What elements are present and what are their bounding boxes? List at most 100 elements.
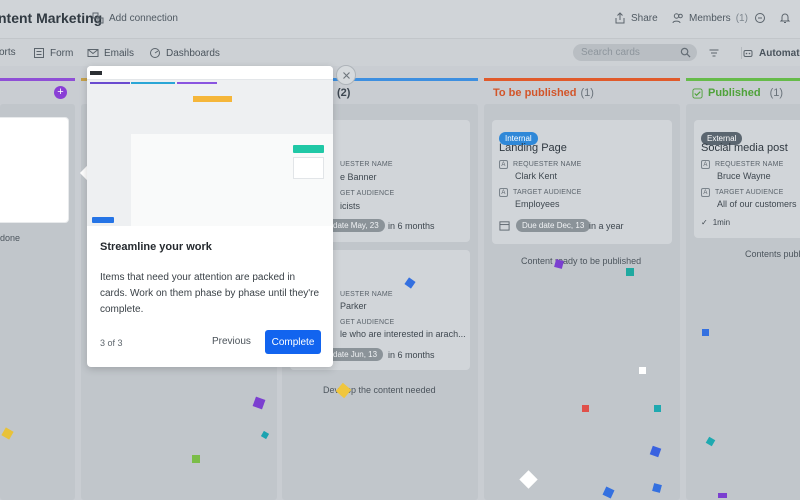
- phase-title-to-be-published[interactable]: To be published (1): [493, 87, 594, 99]
- field-value: icists: [340, 201, 360, 211]
- automate-label: Automate: [759, 47, 800, 59]
- tab-reports-label: orts: [0, 47, 16, 58]
- search-input[interactable]: Search cards: [573, 44, 697, 61]
- close-tour-button[interactable]: [336, 65, 356, 85]
- add-connection-label: Add connection: [109, 12, 178, 24]
- card-title: Landing Page: [499, 142, 567, 154]
- share-icon: [615, 12, 625, 24]
- tab-dashboards-label: Dashboards: [166, 47, 220, 59]
- tooltip-body: Items that need your attention are packe…: [100, 272, 320, 315]
- field-label: UESTER NAME: [340, 291, 393, 298]
- tooltip-title: Streamline your work: [100, 241, 212, 253]
- plus-icon: +: [57, 86, 64, 98]
- text-field-icon: A: [701, 188, 710, 197]
- chat-icon: [755, 13, 765, 23]
- field-value: Bruce Wayne: [717, 171, 771, 181]
- calendar-icon: [499, 221, 510, 231]
- field-label: GET AUDIENCE: [340, 190, 395, 197]
- phase-count: (1): [580, 87, 594, 99]
- search-placeholder: Search cards: [581, 47, 640, 58]
- field-label-text: REQUESTER NAME: [513, 161, 582, 168]
- relative-date: in 6 months: [388, 221, 435, 231]
- field-value: Clark Kent: [515, 171, 558, 181]
- previous-button[interactable]: Previous: [212, 336, 251, 347]
- complete-button[interactable]: Complete: [265, 330, 321, 354]
- step-counter: 3 of 3: [100, 338, 123, 348]
- field-label: UESTER NAME: [340, 161, 393, 168]
- field-label-audience: A TARGET AUDIENCE: [701, 188, 783, 197]
- phase-name: To be published: [493, 87, 577, 99]
- check-icon: ✓: [701, 218, 708, 227]
- form-icon: [34, 48, 44, 58]
- tab-emails[interactable]: Emails: [87, 47, 134, 59]
- share-label: Share: [631, 12, 658, 24]
- confetti: [654, 405, 661, 412]
- confetti: [192, 455, 200, 463]
- members-icon: [672, 13, 683, 24]
- chat-button[interactable]: [754, 12, 766, 24]
- dashboard-icon: [150, 48, 160, 58]
- email-icon: [87, 49, 99, 57]
- highlighted-card[interactable]: [0, 117, 69, 223]
- due-date-badge: date May, 23: [327, 219, 385, 232]
- card-title: Social media post: [701, 142, 788, 154]
- time-value: 1min: [712, 218, 731, 227]
- text-field-icon: A: [499, 188, 508, 197]
- phase-footer: done: [0, 233, 21, 243]
- confetti: [718, 493, 727, 498]
- members-count: (1): [735, 12, 748, 24]
- confetti: [582, 405, 589, 412]
- field-label-text: REQUESTER NAME: [715, 161, 784, 168]
- field-value: le who are interested in arach...: [340, 329, 466, 339]
- members-label: Members: [689, 12, 731, 24]
- bell-icon: [779, 13, 791, 23]
- field-label: GET AUDIENCE: [340, 319, 395, 326]
- field-label-requester: A REQUESTER NAME: [701, 160, 784, 169]
- automate-button[interactable]: Automate: [741, 47, 800, 59]
- check-box-icon: [692, 87, 703, 99]
- card-landing-page[interactable]: Internal Landing Page A REQUESTER NAME Cl…: [492, 120, 672, 244]
- due-date-badge: Due date Dec, 13: [516, 219, 591, 232]
- share-button[interactable]: Share: [614, 12, 658, 24]
- text-field-icon: A: [499, 160, 508, 169]
- pipe-title: ntent Marketing: [0, 10, 103, 26]
- members-button[interactable]: Members (1): [672, 12, 748, 24]
- field-label-text: TARGET AUDIENCE: [513, 189, 582, 196]
- phase-name: Published: [708, 87, 761, 99]
- phase-title-published[interactable]: Published (1): [692, 87, 783, 99]
- connection-icon: [92, 12, 104, 24]
- field-value: Parker: [340, 301, 367, 311]
- card-social-media-post[interactable]: External Social media post A REQUESTER NA…: [694, 120, 800, 238]
- view-tabs: orts Form Emails Dashboards Search cards…: [0, 38, 800, 66]
- due-date-badge: date Jun, 13: [327, 348, 384, 361]
- top-bar: ntent Marketing Add connection Share Mem…: [0, 0, 800, 38]
- confetti: [702, 329, 709, 336]
- tab-form[interactable]: Form: [33, 47, 73, 59]
- phase-color-bar: [0, 78, 75, 81]
- field-label-text: TARGET AUDIENCE: [715, 189, 784, 196]
- filter-icon: [709, 49, 719, 57]
- phase-footer: Content ready to be published: [521, 256, 642, 266]
- field-value: Employees: [515, 199, 560, 209]
- phase-count: (2): [337, 87, 351, 99]
- notifications-button[interactable]: [779, 12, 791, 24]
- field-label-requester: A REQUESTER NAME: [499, 160, 582, 169]
- phase-footer: Contents publ: [745, 249, 800, 259]
- tab-reports[interactable]: orts: [0, 47, 16, 58]
- field-value: All of our customers: [717, 199, 797, 209]
- onboarding-tooltip: Streamline your work Items that need you…: [87, 66, 333, 367]
- add-connection-button[interactable]: Add connection: [92, 12, 178, 24]
- add-card-button[interactable]: +: [54, 86, 67, 99]
- tab-dashboards[interactable]: Dashboards: [149, 47, 220, 59]
- robot-icon: [743, 50, 753, 57]
- tab-emails-label: Emails: [104, 47, 135, 59]
- search-icon: [680, 47, 691, 58]
- filter-button[interactable]: [708, 47, 720, 59]
- phase-color-bar: [686, 78, 800, 81]
- completed-time: ✓ 1min: [701, 218, 730, 227]
- confetti: [626, 268, 634, 276]
- field-label-audience: A TARGET AUDIENCE: [499, 188, 581, 197]
- phase-color-bar: [484, 78, 680, 81]
- text-field-icon: A: [701, 160, 710, 169]
- close-icon: [342, 71, 350, 79]
